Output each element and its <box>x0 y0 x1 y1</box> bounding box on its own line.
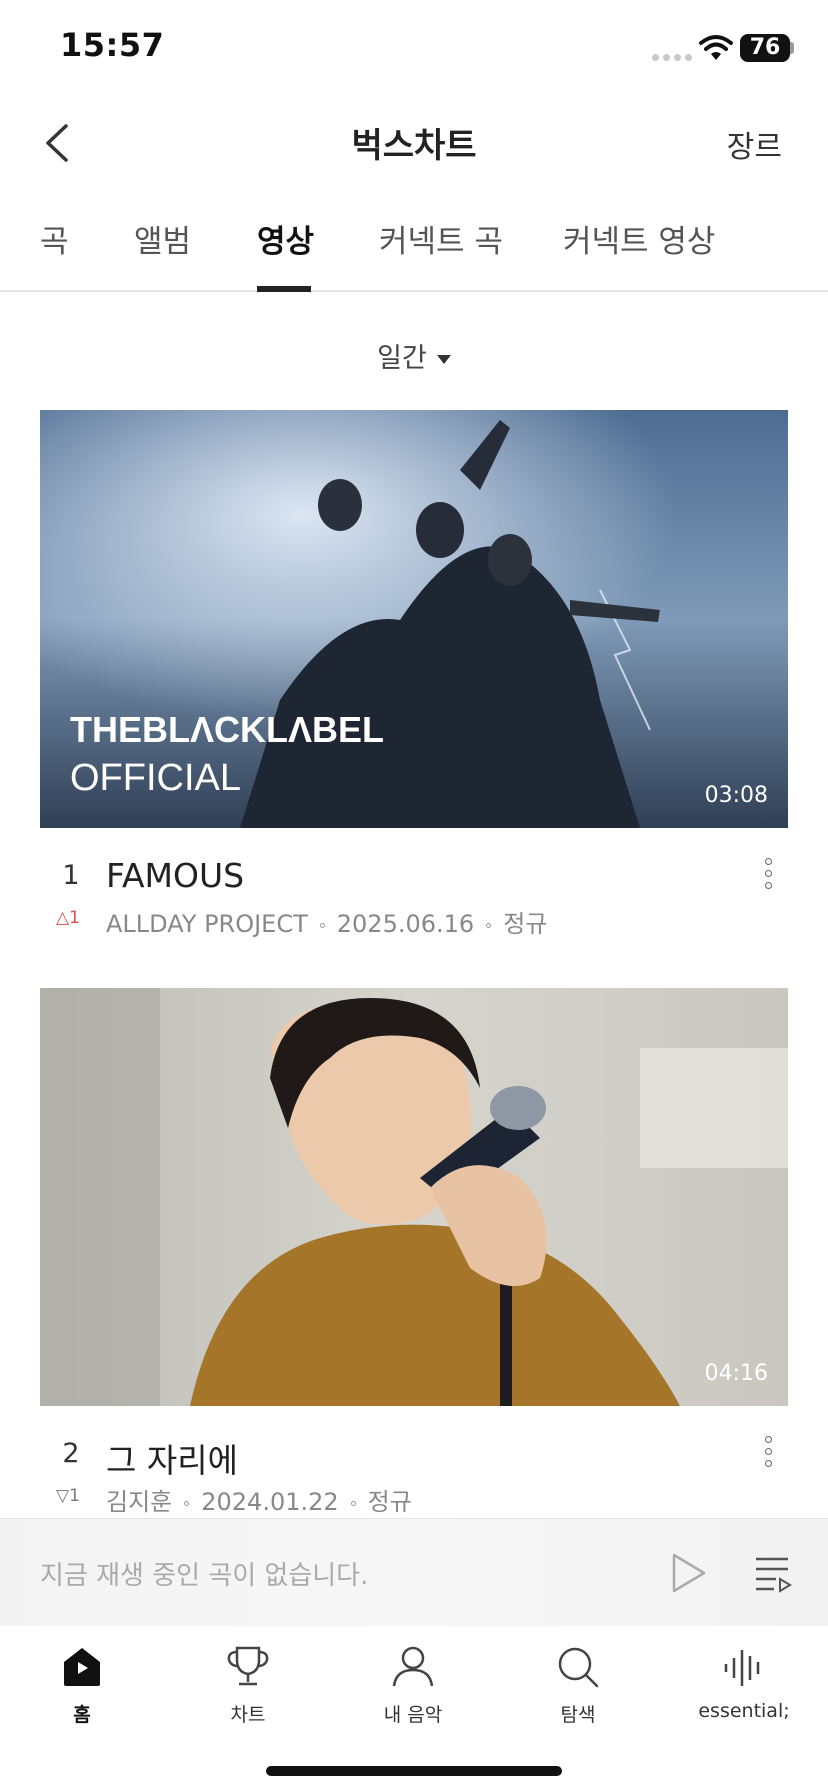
video-meta: 김지훈 2024.01.22 정규 <box>106 1482 412 1517</box>
play-icon[interactable] <box>668 1551 708 1595</box>
rank-number: 1 <box>62 860 80 891</box>
tab-song[interactable]: 곡 <box>40 216 69 261</box>
nav-essential[interactable]: essential; <box>674 1644 814 1722</box>
video-type: 정규 <box>367 1488 412 1516</box>
video-meta: ALLDAY PROJECT 2025.06.16 정규 <box>106 904 547 939</box>
separator-dot <box>350 1500 356 1506</box>
thumb-logo-text: THEBLΛCKLΛBEL <box>70 709 384 750</box>
wifi-icon <box>699 35 733 60</box>
status-bar: 15:57 76 <box>0 0 828 96</box>
tab-album[interactable]: 앨범 <box>134 216 191 261</box>
genre-button[interactable]: 장르 <box>727 122 782 166</box>
video-artist[interactable]: ALLDAY PROJECT <box>106 910 308 938</box>
video-duration: 03:08 <box>704 783 768 808</box>
thumbnail-image: THEBLΛCKLΛBEL OFFICIAL <box>40 410 788 828</box>
separator-dot <box>184 1500 190 1506</box>
video-thumbnail[interactable]: 04:16 <box>40 988 788 1406</box>
back-icon[interactable] <box>36 118 80 168</box>
nav-my-music[interactable]: 내 음악 <box>343 1644 483 1727</box>
status-time: 15:57 <box>60 26 165 64</box>
person-icon <box>392 1646 434 1687</box>
separator-dot <box>486 922 492 928</box>
separator-dot <box>319 922 325 928</box>
video-date: 2025.06.16 <box>336 910 475 938</box>
battery-cap <box>790 42 794 54</box>
rank-change-value: 1 <box>69 1486 80 1506</box>
home-icon <box>64 1648 100 1686</box>
rank-number: 2 <box>62 1438 80 1469</box>
rank-change: △1 <box>56 908 80 928</box>
soundwave-icon <box>724 1650 760 1686</box>
nav-label: 탐색 <box>560 1704 596 1726</box>
cellular-signal-icon <box>652 54 692 61</box>
video-duration: 04:16 <box>704 1361 768 1386</box>
tab-connect-video[interactable]: 커넥트 영상 <box>563 216 715 261</box>
thumb-official-text: OFFICIAL <box>70 757 241 799</box>
video-item: 04:16 2 ▽1 그 자리에 김지훈 2024.01.22 정규 <box>40 988 788 1526</box>
app-header: 벅스차트 장르 <box>0 96 828 186</box>
video-item: THEBLΛCKLΛBEL OFFICIAL 03:08 1 △1 FAMOUS… <box>40 410 788 948</box>
rank-change: ▽1 <box>56 1486 80 1506</box>
now-playing-text: 지금 재생 중인 곡이 없습니다. <box>40 1561 369 1591</box>
rank-up-icon: △ <box>56 908 70 928</box>
active-tab-indicator <box>257 286 311 292</box>
nav-home[interactable]: 홈 <box>12 1644 152 1727</box>
nav-explore[interactable]: 탐색 <box>508 1644 648 1727</box>
nav-label: 내 음악 <box>383 1704 443 1726</box>
video-artist[interactable]: 김지훈 <box>106 1488 172 1516</box>
more-options-icon[interactable] <box>758 1436 778 1472</box>
nav-label: 차트 <box>230 1704 266 1726</box>
search-icon <box>558 1647 599 1688</box>
video-title[interactable]: FAMOUS <box>106 856 244 895</box>
rank-down-icon: ▽ <box>56 1486 70 1506</box>
nav-label: essential; <box>698 1700 790 1722</box>
battery-icon: 76 <box>740 34 790 62</box>
video-type: 정규 <box>503 910 548 938</box>
mini-player[interactable]: 지금 재생 중인 곡이 없습니다. <box>0 1518 828 1626</box>
thumbnail-image <box>40 988 788 1406</box>
playlist-icon[interactable] <box>752 1553 792 1593</box>
home-indicator <box>266 1766 562 1776</box>
period-select[interactable]: 일간 <box>0 336 828 375</box>
caret-down-icon <box>436 355 451 364</box>
nav-chart[interactable]: 차트 <box>178 1644 318 1727</box>
more-options-icon[interactable] <box>758 858 778 894</box>
page-title: 벅스차트 <box>351 126 477 166</box>
video-thumbnail[interactable]: THEBLΛCKLΛBEL OFFICIAL 03:08 <box>40 410 788 828</box>
tab-bar: 곡 앨범 영상 커넥트 곡 커넥트 영상 <box>0 186 828 292</box>
tab-connect-song[interactable]: 커넥트 곡 <box>379 216 503 261</box>
nav-label: 홈 <box>73 1704 91 1726</box>
tab-video[interactable]: 영상 <box>257 216 314 261</box>
video-date: 2024.01.22 <box>201 1488 339 1516</box>
period-label: 일간 <box>377 343 427 374</box>
video-title[interactable]: 그 자리에 <box>106 1434 238 1482</box>
trophy-icon <box>227 1646 269 1686</box>
rank-change-value: 1 <box>69 908 80 928</box>
